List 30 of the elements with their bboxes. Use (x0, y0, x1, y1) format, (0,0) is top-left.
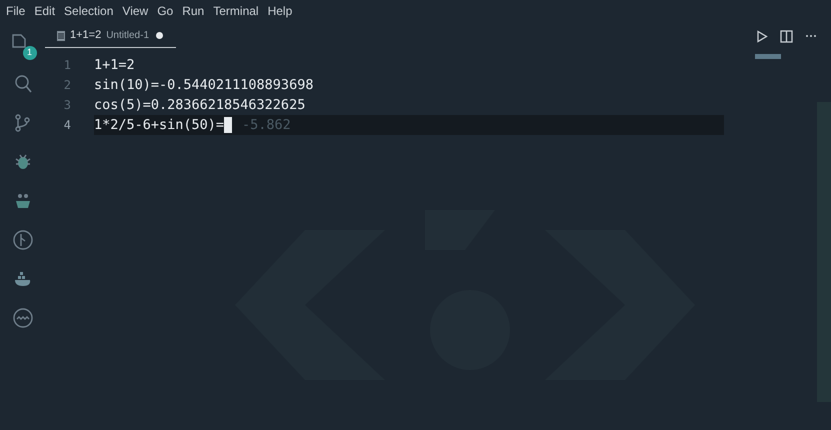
menu-item[interactable]: Edit (34, 2, 56, 20)
menu-item[interactable]: Selection (64, 2, 114, 20)
notification-badge: 1 (22, 46, 36, 60)
wave-icon[interactable] (12, 307, 34, 329)
line-number: 2 (62, 77, 72, 94)
menu-item[interactable]: Terminal (213, 2, 259, 20)
menu-item[interactable]: Run (182, 2, 204, 20)
line-number: 4 (62, 117, 72, 134)
split-editor-icon[interactable] (780, 30, 793, 42)
code-text: sin(10)=-0.5440211108893698 (94, 76, 314, 95)
code-text: 1*2/5-6+sin(50)= (94, 116, 224, 135)
editor-tab[interactable]: 1+1=2 Untitled-1 (45, 24, 176, 48)
code-text: cos(5)=0.28366218546322625 (94, 96, 306, 115)
line-number: 3 (62, 97, 72, 114)
file-icon (57, 30, 65, 40)
menu-item[interactable]: View (122, 2, 148, 20)
timeline-icon[interactable] (12, 229, 34, 251)
minimap (755, 54, 781, 59)
run-icon[interactable] (756, 30, 768, 42)
explorer-icon[interactable] (12, 34, 26, 48)
tab-description: Untitled-1 (106, 29, 150, 43)
tab-label: 1+1=2 (70, 28, 102, 44)
menu-item[interactable]: Help (268, 2, 292, 20)
menu-item[interactable]: Go (157, 2, 174, 20)
text-cursor (224, 117, 232, 133)
line-number: 1 (62, 57, 72, 74)
inline-result: -5.862 (242, 116, 291, 135)
more-icon[interactable] (805, 34, 817, 38)
menu-item[interactable]: File (6, 2, 26, 20)
code-text: 1+1=2 (94, 56, 135, 75)
